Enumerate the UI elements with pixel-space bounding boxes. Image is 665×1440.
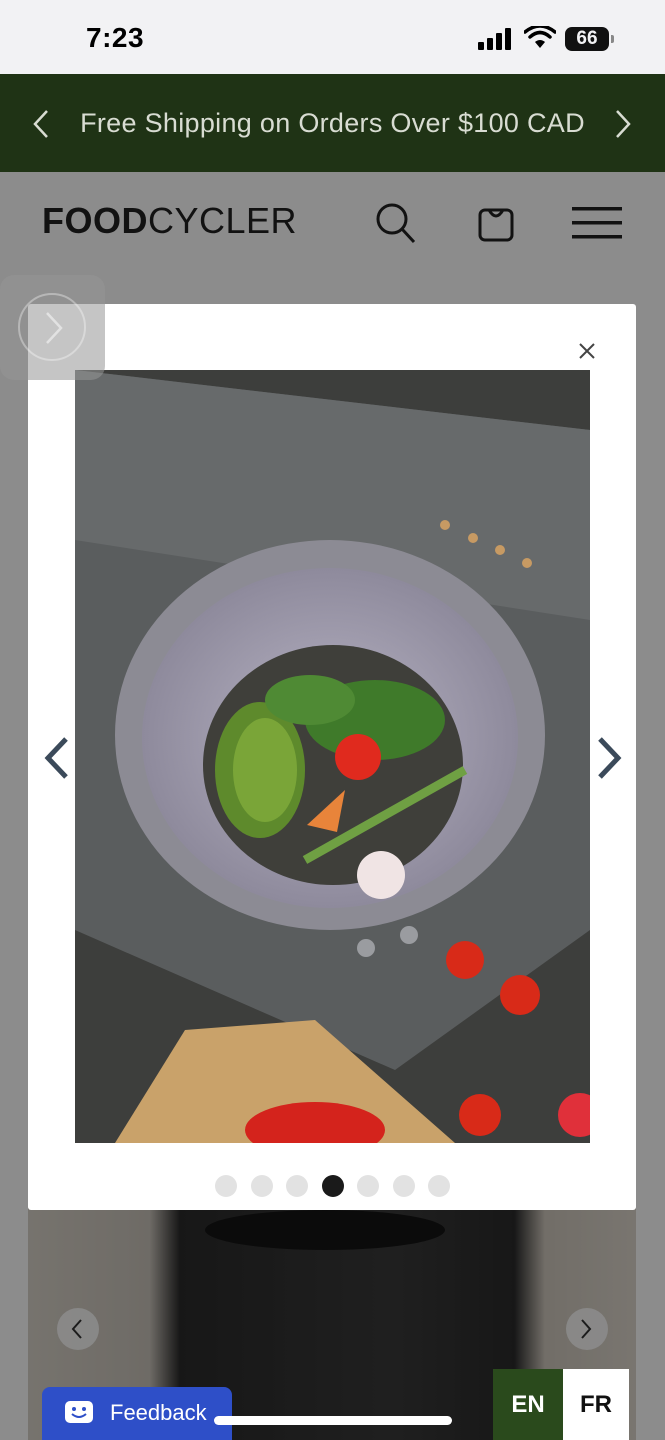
language-en-button[interactable]: EN — [493, 1369, 563, 1440]
status-bar: 7:23 66 — [0, 0, 665, 74]
gallery-next-arrow[interactable] — [592, 735, 626, 781]
language-fr-button[interactable]: FR — [563, 1369, 629, 1440]
gallery-dot[interactable] — [250, 1175, 273, 1197]
gallery-prev-arrow[interactable] — [40, 735, 74, 781]
cellular-signal-icon — [478, 28, 511, 50]
wifi-icon — [524, 26, 556, 48]
gallery-pagination — [215, 1175, 455, 1197]
chevron-right-icon[interactable] — [612, 108, 634, 140]
product-photo — [75, 370, 590, 1143]
battery-icon: 66 — [565, 27, 615, 51]
announcement-text[interactable]: Free Shipping on Orders Over $100 CAD — [0, 74, 665, 172]
gallery-dot[interactable] — [357, 1175, 379, 1197]
gallery-dot[interactable] — [286, 1175, 308, 1197]
feedback-button[interactable]: Feedback — [42, 1387, 232, 1440]
gallery-dot[interactable] — [215, 1175, 237, 1197]
gallery-dot[interactable] — [321, 1175, 344, 1197]
status-time: 7:23 — [86, 22, 145, 53]
gallery-image — [75, 370, 590, 1143]
home-indicator — [214, 1416, 452, 1425]
feedback-label: Feedback — [110, 1400, 207, 1425]
floating-next-button[interactable] — [0, 275, 105, 380]
announcement-bar: Free Shipping on Orders Over $100 CAD — [0, 74, 665, 172]
gallery-dot[interactable] — [428, 1175, 450, 1197]
battery-level: 66 — [576, 28, 598, 49]
gallery-dot[interactable] — [392, 1175, 415, 1197]
close-icon[interactable] — [572, 336, 602, 366]
chevron-right-icon — [46, 312, 63, 344]
smiley-chat-icon — [65, 1401, 93, 1423]
